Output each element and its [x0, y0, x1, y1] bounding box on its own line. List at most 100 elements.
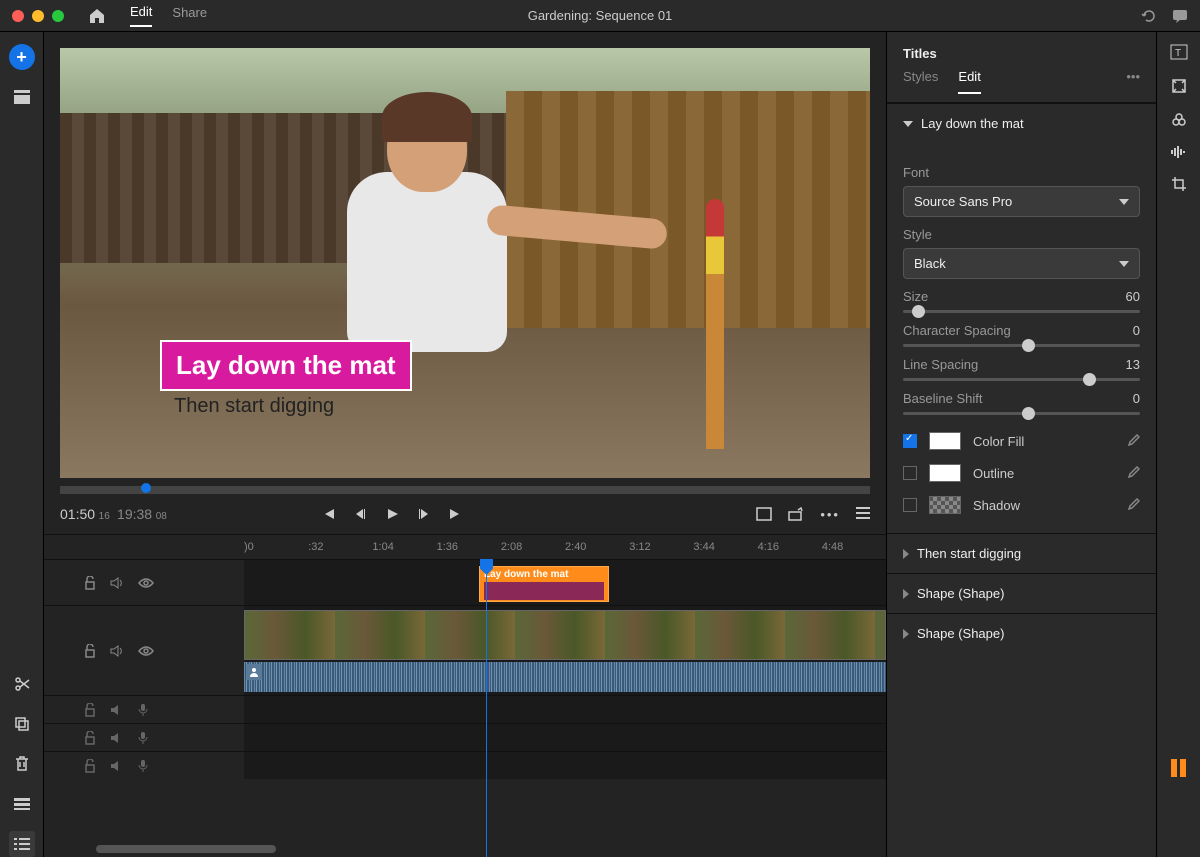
- window-controls: [12, 10, 64, 22]
- section-title-main[interactable]: Lay down the mat: [887, 103, 1156, 143]
- size-slider[interactable]: [903, 310, 1140, 313]
- mic-icon[interactable]: [138, 703, 148, 717]
- more-options-icon[interactable]: •••: [820, 507, 840, 522]
- lock-icon[interactable]: [84, 731, 96, 745]
- timeline[interactable]: Lay down the mat: [44, 559, 886, 857]
- step-back-button[interactable]: [353, 507, 367, 521]
- section-then-start[interactable]: Then start digging: [887, 533, 1156, 573]
- tracks-icon[interactable]: [9, 791, 35, 817]
- size-value[interactable]: 60: [1126, 289, 1140, 304]
- preview-area: Lay down the mat Then start digging: [44, 32, 886, 494]
- list-view-icon[interactable]: [9, 831, 35, 857]
- playhead[interactable]: [486, 559, 487, 857]
- tab-styles[interactable]: Styles: [903, 69, 938, 94]
- menu-icon[interactable]: [856, 507, 870, 522]
- nav-edit[interactable]: Edit: [130, 4, 152, 27]
- undo-icon[interactable]: [1140, 8, 1156, 24]
- trash-icon[interactable]: [9, 751, 35, 777]
- title-clip[interactable]: Lay down the mat: [479, 566, 609, 602]
- add-media-button[interactable]: +: [9, 44, 35, 70]
- outline-checkbox[interactable]: [903, 466, 917, 480]
- charspacing-value[interactable]: 0: [1133, 323, 1140, 338]
- audio-track-1: [44, 695, 886, 723]
- linespacing-value[interactable]: 13: [1126, 357, 1140, 372]
- baseline-slider[interactable]: [903, 412, 1140, 415]
- skip-forward-button[interactable]: [449, 507, 463, 521]
- crop-tool-icon[interactable]: [1171, 176, 1187, 192]
- style-label: Style: [903, 227, 1140, 242]
- export-icon[interactable]: [788, 507, 804, 522]
- colorfill-swatch[interactable]: [929, 432, 961, 450]
- project-assets-icon[interactable]: [9, 84, 35, 110]
- visibility-icon[interactable]: [138, 578, 154, 588]
- baseline-value[interactable]: 0: [1133, 391, 1140, 406]
- style-select[interactable]: Black: [903, 248, 1140, 279]
- timeline-ruler[interactable]: )0 :32 1:04 1:36 2:08 2:40 3:12 3:44 4:1…: [44, 534, 886, 559]
- mute-icon[interactable]: [110, 760, 124, 772]
- eyedropper-icon[interactable]: [1126, 466, 1140, 480]
- mute-icon[interactable]: [110, 732, 124, 744]
- minimize-window[interactable]: [32, 10, 44, 22]
- charspacing-slider[interactable]: [903, 344, 1140, 347]
- mute-icon[interactable]: [110, 645, 124, 657]
- outline-swatch[interactable]: [929, 464, 961, 482]
- linespacing-slider[interactable]: [903, 378, 1140, 381]
- font-select[interactable]: Source Sans Pro: [903, 186, 1140, 217]
- skip-back-button[interactable]: [321, 507, 335, 521]
- lock-icon[interactable]: [84, 759, 96, 773]
- chevron-right-icon: [903, 629, 909, 639]
- title-overlay[interactable]: Lay down the mat Then start digging: [160, 340, 412, 418]
- size-label: Size: [903, 289, 928, 304]
- center-area: Lay down the mat Then start digging 01:5…: [44, 32, 886, 857]
- mic-icon[interactable]: [138, 731, 148, 745]
- titles-tool-icon[interactable]: T: [1170, 44, 1188, 60]
- mic-icon[interactable]: [138, 759, 148, 773]
- top-nav: Edit Share: [84, 3, 207, 29]
- audio-clip[interactable]: [244, 662, 886, 692]
- subtitle-text: Then start digging: [160, 395, 412, 418]
- video-preview[interactable]: Lay down the mat Then start digging: [60, 48, 870, 478]
- title-track: Lay down the mat: [44, 559, 886, 605]
- section-shape-2[interactable]: Shape (Shape): [887, 613, 1156, 653]
- eyedropper-icon[interactable]: [1126, 434, 1140, 448]
- close-window[interactable]: [12, 10, 24, 22]
- section-shape-1[interactable]: Shape (Shape): [887, 573, 1156, 613]
- transport-bar: 01:50 16 19:38 08 •••: [44, 494, 886, 534]
- linespacing-label: Line Spacing: [903, 357, 978, 372]
- lock-icon[interactable]: [84, 644, 96, 658]
- play-button[interactable]: [385, 507, 399, 521]
- mute-icon[interactable]: [110, 704, 124, 716]
- transform-tool-icon[interactable]: [1171, 78, 1187, 94]
- colorfill-checkbox[interactable]: [903, 434, 917, 448]
- fullscreen-icon[interactable]: [756, 507, 772, 522]
- shadow-swatch[interactable]: [929, 496, 961, 514]
- mute-icon[interactable]: [110, 577, 124, 589]
- panel-more-icon[interactable]: •••: [1126, 69, 1140, 94]
- nav-share[interactable]: Share: [172, 5, 207, 26]
- step-forward-button[interactable]: [417, 507, 431, 521]
- chevron-down-icon: [1119, 261, 1129, 267]
- title-text[interactable]: Lay down the mat: [160, 340, 412, 391]
- shadow-checkbox[interactable]: [903, 498, 917, 512]
- lock-icon[interactable]: [84, 576, 96, 590]
- home-icon[interactable]: [84, 3, 110, 29]
- person-icon: [246, 664, 262, 680]
- total-time: 19:38: [117, 506, 152, 522]
- duplicate-icon[interactable]: [9, 711, 35, 737]
- titlebar: Edit Share Gardening: Sequence 01: [0, 0, 1200, 32]
- preview-scrubber[interactable]: [60, 486, 870, 494]
- scissors-icon[interactable]: [9, 671, 35, 697]
- horizontal-scrollbar[interactable]: [88, 845, 886, 853]
- eyedropper-icon[interactable]: [1126, 498, 1140, 512]
- maximize-window[interactable]: [52, 10, 64, 22]
- color-tool-icon[interactable]: [1171, 112, 1187, 128]
- chevron-down-icon: [1119, 199, 1129, 205]
- comment-icon[interactable]: [1172, 8, 1188, 24]
- right-tool-rail: T: [1156, 32, 1200, 857]
- tab-edit[interactable]: Edit: [958, 69, 980, 94]
- chevron-right-icon: [903, 589, 909, 599]
- lock-icon[interactable]: [84, 703, 96, 717]
- video-clip[interactable]: [244, 610, 886, 660]
- audio-tool-icon[interactable]: [1171, 146, 1187, 158]
- visibility-icon[interactable]: [138, 646, 154, 656]
